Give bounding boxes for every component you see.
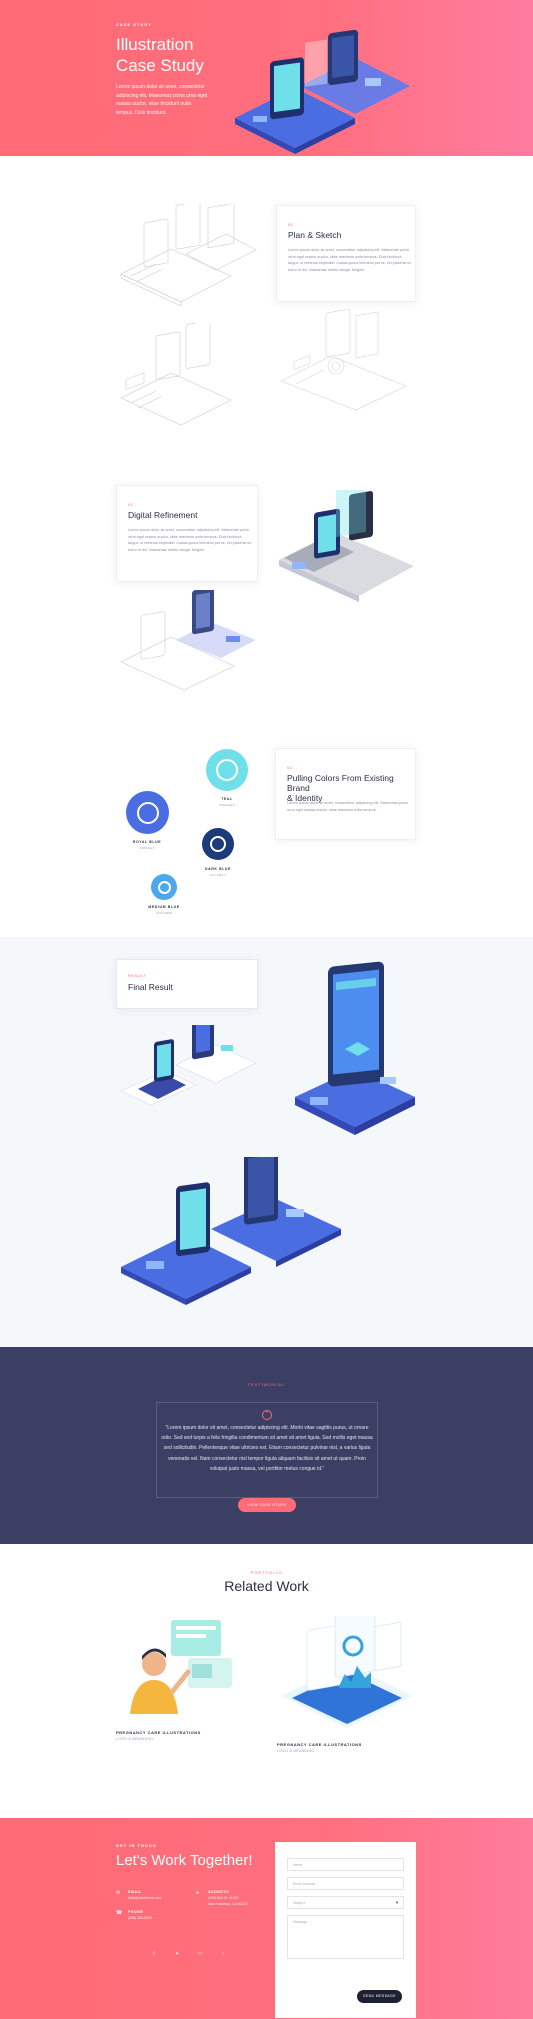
final-illustration-phone xyxy=(295,961,415,1135)
chevron-down-icon: ▼ xyxy=(395,1900,399,1905)
related-work-section: PORTFOLIO Related Work PREGNANCY CARE IL… xyxy=(0,1544,533,1818)
hero-title: Illustration Case Study xyxy=(116,34,236,76)
testimonial-quote: "Lorem ipsum dolor sit amet, consectetur… xyxy=(161,1425,373,1472)
address-line2: San Francisco, CA 94220 xyxy=(208,1901,248,1906)
section-number: 03 xyxy=(287,765,293,770)
colors-card: 03 Pulling Colors From Existing Brand & … xyxy=(275,748,416,840)
subject-select-value: Subject xyxy=(293,1901,305,1905)
subject-select[interactable]: Subject ▼ xyxy=(287,1896,404,1909)
swatch-dark-blue-hex: #1C3B7C xyxy=(210,873,226,877)
digital-illustration-1 xyxy=(279,490,414,602)
phone-icon: ☎ xyxy=(116,1910,123,1916)
hero-illustration xyxy=(235,29,410,154)
sketch-illustration-2 xyxy=(120,323,232,426)
swatch-medium-blue xyxy=(151,874,177,900)
swatch-medium-blue-name: MEDIUM BLUE xyxy=(148,905,180,909)
hero-eyebrow: CASE STUDY xyxy=(116,22,152,27)
related-item-1-image xyxy=(130,1620,232,1714)
name-field[interactable]: Name xyxy=(287,1858,404,1871)
digital-refinement-card: 02 Digital Refinement Lorem ipsum dolor … xyxy=(116,485,258,582)
section-title: Plan & Sketch xyxy=(288,230,342,240)
related-item-title: PREGNANCY CARE ILLUSTRATIONS xyxy=(277,1742,362,1747)
phone-value[interactable]: (255) 352-6258 xyxy=(128,1916,152,1922)
case-study-page: CASE STUDY Illustration Case Study Lorem… xyxy=(0,0,533,2019)
related-title: Related Work xyxy=(224,1578,309,1594)
view-case-study-button[interactable]: VIEW CASE STUDY xyxy=(238,1498,296,1512)
related-item-subtitle: LOGO & BRANDING xyxy=(116,1737,154,1741)
swatch-teal-name: TEAL xyxy=(221,797,233,801)
phone-label: PHONE xyxy=(128,1910,144,1914)
swatch-teal xyxy=(206,749,248,791)
contact-eyebrow: GET IN TOUCH xyxy=(116,1843,157,1848)
testimonial-eyebrow: TESTIMONIAL xyxy=(247,1382,286,1387)
swatch-royal-blue xyxy=(126,791,169,834)
final-illustration-large xyxy=(121,1157,341,1305)
contact-form: Name Email Address Subject ▼ Message SEN… xyxy=(275,1842,416,2018)
swatch-royal-blue-hex: #4B6FE0 xyxy=(139,846,155,850)
related-item-1[interactable]: PREGNANCY CARE ILLUSTRATIONS LOGO & BRAN… xyxy=(116,1614,256,1754)
final-result-card: RESULT Final Result xyxy=(116,959,258,1009)
email-field[interactable]: Email Address xyxy=(287,1877,404,1890)
swatch-teal-hex: #6EE0EA xyxy=(219,803,235,807)
facebook-icon[interactable]: f xyxy=(150,1950,158,1958)
sketch-illustration-3 xyxy=(280,308,407,411)
section-number: RESULT xyxy=(128,973,147,978)
section-body: Lorem ipsum dolor sit amet, consectetur … xyxy=(128,528,252,552)
message-textarea[interactable]: Message xyxy=(287,1915,404,1959)
sketch-illustration-1 xyxy=(120,204,257,307)
hero-title-line2: Case Study xyxy=(116,56,204,75)
swatch-dark-blue xyxy=(202,828,234,860)
related-eyebrow: PORTFOLIO xyxy=(250,1570,283,1575)
quote-icon: “ xyxy=(262,1410,272,1420)
digital-illustration-2 xyxy=(120,590,256,691)
contact-section: GET IN TOUCH Let's Work Together! ✉ EMAI… xyxy=(0,1818,533,2019)
send-message-button[interactable]: SEND MESSAGE xyxy=(357,1990,402,2003)
email-icon: ✉ xyxy=(116,1890,121,1896)
related-item-title: PREGNANCY CARE ILLUSTRATIONS xyxy=(116,1730,201,1735)
hero-section: CASE STUDY Illustration Case Study Lorem… xyxy=(0,0,533,156)
swatch-medium-blue-hex: #4DA8EB xyxy=(156,911,172,915)
twitter-icon[interactable]: ✦ xyxy=(173,1950,181,1958)
hero-description: Lorem ipsum dolor sit amet, consectetur … xyxy=(116,84,208,116)
plan-sketch-card: 01 Plan & Sketch Lorem ipsum dolor sit a… xyxy=(276,205,416,302)
instagram-icon[interactable]: □ xyxy=(196,1950,204,1958)
swatch-dark-blue-name: DARK BLUE xyxy=(204,867,231,871)
email-label: EMAIL xyxy=(128,1890,142,1894)
related-item-subtitle: LOGO & BRANDING xyxy=(277,1749,315,1753)
contact-title: Let's Work Together! xyxy=(116,1852,253,1869)
section-title: Digital Refinement xyxy=(128,510,198,520)
section-number: 01 xyxy=(288,222,294,227)
section-title: Pulling Colors From Existing Brand & Ide… xyxy=(287,773,415,803)
email-value[interactable]: hello@divitheme.com xyxy=(128,1896,162,1902)
section-body: Lorem ipsum dolor sit amet, consectetur … xyxy=(287,801,408,812)
related-item-2[interactable]: PREGNANCY CARE ILLUSTRATIONS LOGO & BRAN… xyxy=(277,1616,417,1766)
section-title-line1: Pulling Colors From Existing Brand xyxy=(287,773,394,793)
final-illustration-small xyxy=(120,1025,257,1106)
section-number: 02 xyxy=(128,502,134,507)
testimonial-section: TESTIMONIAL “ "Lorem ipsum dolor sit ame… xyxy=(0,1347,533,1544)
hero-title-line1: Illustration xyxy=(116,35,194,54)
section-title: Final Result xyxy=(128,982,173,992)
swatch-royal-blue-name: ROYAL BLUE xyxy=(132,840,162,844)
map-pin-icon: ● xyxy=(196,1890,200,1896)
related-item-2-image xyxy=(282,1616,412,1728)
dribbble-icon[interactable]: ○ xyxy=(219,1950,227,1958)
section-body: Lorem ipsum dolor sit amet, consectetur … xyxy=(288,248,412,272)
address-label: ADDRESS xyxy=(208,1890,230,1894)
final-result-section: RESULT Final Result xyxy=(0,937,533,1347)
